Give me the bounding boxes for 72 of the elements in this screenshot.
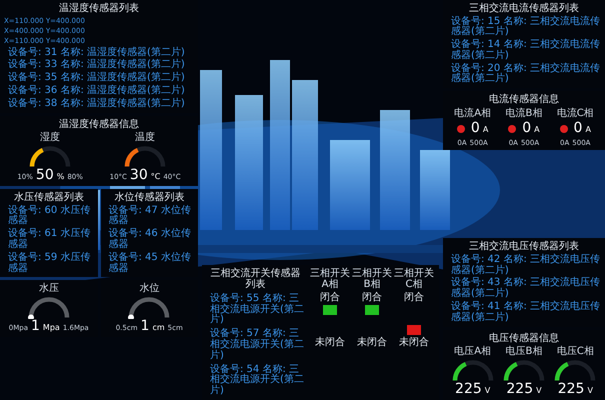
gauge-track: [28, 297, 69, 318]
panel-title: 三相交流电压传感器列表: [468, 241, 580, 253]
panel-title: 水位传感器列表: [113, 192, 186, 204]
device-row[interactable]: 设备号: 38 名称: 温湿度传感器(第二片): [4, 98, 194, 110]
gauge-unit: V: [587, 386, 593, 395]
panel-title: 三相交流开关传感器列表: [210, 268, 302, 291]
panel-title: 温湿度传感器信息: [58, 118, 140, 130]
device-row[interactable]: 设备号: 54 名称: 三相交流电源开关(第二片): [206, 364, 305, 397]
gauge-value: 225: [558, 382, 584, 397]
device-row[interactable]: 设备号: 20 名称: 三相交流电流传感器(第二片): [447, 64, 601, 86]
current-unit: A: [585, 125, 591, 134]
device-row[interactable]: 设备号: 47 水位传感器: [104, 206, 194, 228]
switch-label: 三相开关 A相: [310, 268, 350, 290]
gauge-label: 湿度: [40, 132, 60, 144]
current-value: 0: [522, 121, 532, 137]
panel-title: 温湿度传感器列表: [58, 3, 140, 14]
device-row[interactable]: 设备号: 46 水位传感器: [104, 229, 194, 251]
gauge-label: 电压C相: [556, 346, 594, 358]
gauge-unit: Mpa: [42, 322, 60, 332]
gauge-unit: °C: [150, 172, 160, 181]
gauge-value: 1: [31, 318, 40, 334]
gauge-label: 水位: [139, 283, 160, 295]
switch-state-label: 闭合: [362, 292, 382, 303]
current-unit: A: [482, 125, 488, 134]
phase-label: 电流B相: [505, 108, 542, 120]
device-row[interactable]: 设备号: 59 水压传感器: [4, 252, 94, 274]
device-row[interactable]: 设备号: 42 名称: 三相交流电压传感器(第二片): [447, 254, 601, 276]
gauge-label: 电压A相: [454, 346, 492, 358]
device-row[interactable]: 设备号: 60 水压传感器: [4, 206, 94, 228]
panel-title: 电流传感器信息: [488, 94, 560, 106]
device-row[interactable]: 设备号: 45 水位传感器: [104, 252, 194, 274]
gauge-unit: V: [484, 386, 490, 395]
gauge-value: 30: [130, 168, 148, 184]
switch-state-label: 未闭合: [357, 336, 387, 348]
device-row[interactable]: 设备号: 14 名称: 三相交流电流传感器(第二片): [447, 40, 601, 62]
gauge-value: 50: [36, 168, 54, 184]
device-row[interactable]: 设备号: 57 名称: 三相交流电源开关(第二片): [206, 329, 305, 362]
switch-state-label: 闭合: [320, 292, 340, 303]
device-row[interactable]: 设备号: 33 名称: 温湿度传感器(第二片): [4, 60, 194, 72]
gauge-track: [129, 297, 170, 318]
gauge-value: 1: [140, 318, 150, 334]
panel-title: 三相交流电流传感器列表: [468, 3, 580, 14]
current-value: 0: [470, 121, 480, 137]
device-row[interactable]: 设备号: 31 名称: 温湿度传感器(第二片): [4, 48, 194, 58]
current-value: 0: [574, 121, 582, 137]
gauge-value: 225: [506, 382, 534, 397]
device-row[interactable]: 设备号: 43 名称: 三相交流电压传感器(第二片): [447, 278, 601, 300]
phase-label: 电流C相: [556, 108, 594, 120]
gauge-label: 电压B相: [506, 346, 542, 358]
gauge-knob[interactable]: [128, 314, 134, 319]
gauge-value: 225: [455, 382, 482, 397]
panel-title: 水压传感器列表: [12, 192, 85, 204]
device-row[interactable]: 设备号: 61 水压传感器: [4, 229, 94, 251]
switch-state-label: 未闭合: [399, 336, 429, 348]
gauge-unit: cm: [152, 322, 165, 332]
current-unit: A: [534, 125, 540, 134]
gauge-label: 温度: [135, 132, 156, 144]
switch-state-label: 未闭合: [315, 336, 345, 348]
phase-label: 电流A相: [454, 108, 492, 120]
panel-title: 电压传感器信息: [488, 332, 560, 344]
switch-label: 三相开关 B相: [352, 268, 392, 290]
device-row[interactable]: 设备号: 55 名称: 三相交流电源开关(第二片): [206, 294, 305, 326]
switch-state-label: 闭合: [404, 292, 424, 303]
device-row[interactable]: 设备号: 35 名称: 温湿度传感器(第二片): [4, 73, 194, 84]
switch-label: 三相开关 C相: [394, 268, 434, 290]
gauge-knob[interactable]: [28, 314, 34, 319]
gauge-unit: V: [536, 386, 542, 395]
gauge-unit: %: [56, 172, 64, 181]
device-row[interactable]: 设备号: 15 名称: 三相交流电流传感器(第二片): [447, 16, 601, 38]
gauge-label: 水压: [38, 283, 59, 295]
device-row[interactable]: 设备号: 41 名称: 三相交流电压传感器(第二片): [447, 302, 601, 324]
device-row[interactable]: 设备号: 36 名称: 温湿度传感器(第二片): [4, 86, 194, 97]
